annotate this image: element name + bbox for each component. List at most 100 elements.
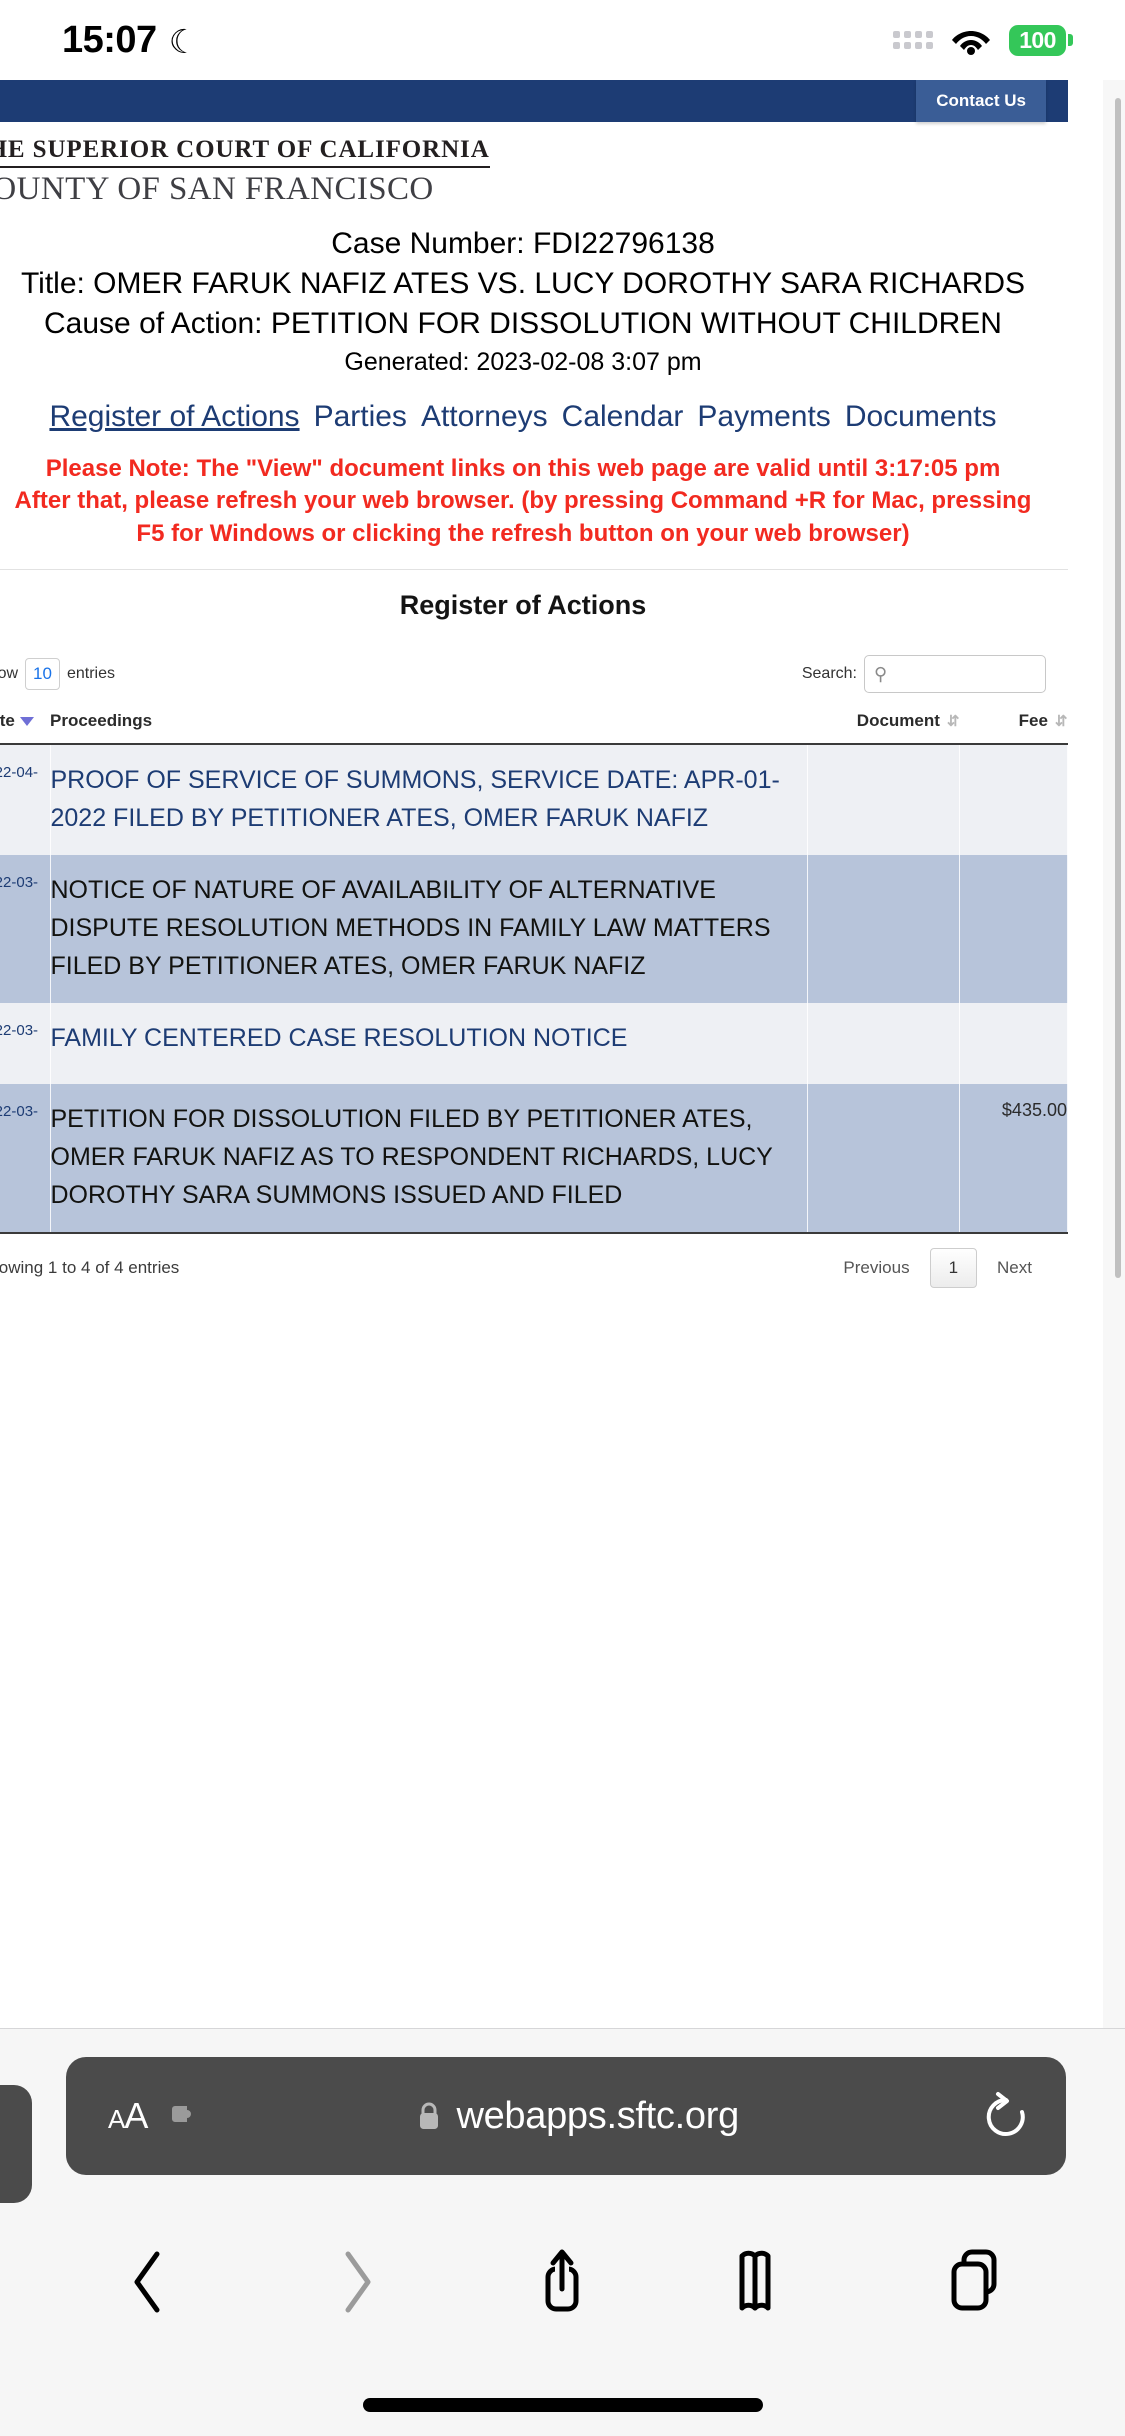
- browser-toolbar: [0, 2217, 1125, 2347]
- table-row[interactable]: 2022-03-07 NOTICE OF NATURE OF AVAILABIL…: [0, 855, 1068, 1004]
- status-bar: 15:07 ☾ 100: [0, 0, 1125, 80]
- sort-both-icon: ⇵: [1054, 713, 1068, 731]
- table-header-row: Date Proceedings Document ⇵ Fee ⇵: [0, 705, 1068, 746]
- cell-date: 2022-03-07: [0, 855, 51, 1004]
- case-nav: Register of Actions Parties Attorneys Calen…: [0, 397, 1068, 437]
- entries-length-prefix: Show: [0, 665, 19, 683]
- search-input[interactable]: ⚲: [864, 655, 1046, 694]
- cell-document: [807, 855, 960, 1004]
- lock-icon: [416, 2100, 442, 2132]
- page-content: Contact Us THE SUPERIOR COURT OF CALIFOR…: [0, 80, 1068, 1288]
- cell-fee: $435.00: [959, 1083, 1068, 1234]
- cell-proceedings[interactable]: NOTICE OF NATURE OF AVAILABILITY OF ALTE…: [50, 855, 808, 1004]
- cell-document: [807, 744, 960, 856]
- table-footer: Showing 1 to 4 of 4 entries Previous 1 N…: [0, 1247, 1068, 1288]
- bookmarks-button[interactable]: [714, 2227, 824, 2337]
- divider: [0, 569, 1068, 571]
- case-title: Title: OMER FARUK NAFIZ ATES VS. LUCY DO…: [20, 266, 1026, 300]
- sort-both-icon: ⇵: [946, 713, 960, 731]
- validity-notice: Please Note: The "View" document links o…: [0, 453, 1068, 552]
- cell-fee: [959, 744, 1068, 856]
- case-generated-timestamp: Generated: 2023-02-08 3:07 pm: [344, 347, 702, 376]
- cell-proceedings[interactable]: FAMILY CENTERED CASE RESOLUTION NOTICE: [50, 1003, 808, 1084]
- pagination-next-button[interactable]: Next: [983, 1250, 1046, 1286]
- nav-link-payments[interactable]: Payments: [697, 400, 830, 433]
- column-header-document-label: Document: [856, 711, 940, 731]
- adjacent-tab-peek[interactable]: [0, 2085, 32, 2203]
- back-button[interactable]: [94, 2227, 204, 2337]
- court-logo-line2: COUNTY OF SAN FRANCISCO: [0, 171, 434, 207]
- case-header: Case Number: FDI22796138 Title: OMER FAR…: [0, 224, 1068, 379]
- cell-fee: [959, 855, 1068, 1004]
- safari-bottom-bars: AA webapps.sftc.org: [0, 2028, 1125, 2436]
- validity-notice-line3: F5 for Windows or clicking the refresh b…: [136, 520, 910, 548]
- table-controls: Show 10 entries Search: ⚲: [0, 655, 1068, 694]
- court-logo-line1: THE SUPERIOR COURT OF CALIFORNIA: [0, 136, 490, 168]
- page-right-edge: [1103, 80, 1125, 2028]
- table-row[interactable]: 2022-03-07 FAMILY CENTERED CASE RESOLUTI…: [0, 1003, 1068, 1084]
- address-bar-row: AA webapps.sftc.org: [0, 2057, 1125, 2203]
- column-header-date[interactable]: Date: [0, 705, 50, 746]
- forward-button[interactable]: [301, 2227, 411, 2337]
- nav-link-attorneys[interactable]: Attorneys: [421, 400, 548, 433]
- case-cause-of-action: Cause of Action: PETITION FOR DISSOLUTIO…: [44, 306, 1002, 340]
- vertical-scrollbar[interactable]: [1115, 98, 1121, 1278]
- cell-date: 2022-03-07: [0, 1083, 51, 1234]
- sort-desc-icon: [19, 717, 34, 727]
- pagination-page-1-button[interactable]: 1: [929, 1247, 978, 1288]
- url-text: webapps.sftc.org: [456, 2094, 739, 2137]
- reload-icon[interactable]: [980, 2088, 1032, 2144]
- validity-notice-line1: Please Note: The "View" document links o…: [45, 454, 1001, 482]
- column-header-document[interactable]: Document ⇵: [807, 705, 960, 746]
- cell-date: 2022-04-08: [0, 744, 51, 856]
- status-bar-right: 100: [893, 24, 1073, 56]
- cell-date: 2022-03-07: [0, 1003, 51, 1084]
- cell-fee: [959, 1003, 1068, 1084]
- pagination: Previous 1 Next: [829, 1247, 1046, 1288]
- address-bar-content: webapps.sftc.org: [175, 2095, 980, 2138]
- contact-us-button[interactable]: Contact Us: [916, 80, 1046, 122]
- share-button[interactable]: [507, 2227, 617, 2337]
- search-icon: ⚲: [874, 664, 888, 685]
- table-head: Date Proceedings Document ⇵ Fee ⇵: [0, 705, 1068, 746]
- column-header-proceedings[interactable]: Proceedings: [50, 705, 808, 746]
- table-row[interactable]: 2022-03-07 PETITION FOR DISSOLUTION FILE…: [0, 1083, 1068, 1234]
- cell-document: [807, 1003, 960, 1084]
- entries-length-control: Show 10 entries: [0, 658, 115, 691]
- battery-icon: 100: [1009, 24, 1073, 56]
- cell-proceedings[interactable]: PROOF OF SERVICE OF SUMMONS, SERVICE DAT…: [50, 744, 808, 856]
- status-bar-left: 15:07 ☾: [62, 19, 198, 62]
- search-control: Search: ⚲: [801, 655, 1046, 694]
- nav-link-documents[interactable]: Documents: [845, 400, 997, 433]
- register-of-actions-table: Date Proceedings Document ⇵ Fee ⇵ 2022-04-…: [0, 705, 1068, 1234]
- nav-link-register-of-actions[interactable]: Register of Actions: [49, 400, 299, 433]
- column-header-proceedings-label: Proceedings: [50, 711, 153, 731]
- entries-length-select[interactable]: 10: [25, 658, 60, 691]
- do-not-disturb-moon-icon: ☾: [168, 22, 199, 60]
- validity-notice-line2: After that, please refresh your web brow…: [14, 487, 1032, 515]
- cell-proceedings[interactable]: PETITION FOR DISSOLUTION FILED BY PETITI…: [50, 1083, 808, 1234]
- web-page-viewport[interactable]: Contact Us THE SUPERIOR COURT OF CALIFOR…: [0, 80, 1125, 2028]
- search-label: Search:: [801, 665, 857, 683]
- address-bar[interactable]: AA webapps.sftc.org: [66, 2057, 1066, 2175]
- nav-link-parties[interactable]: Parties: [314, 400, 407, 433]
- battery-percent-label: 100: [1019, 26, 1056, 53]
- entries-length-suffix: entries: [66, 665, 115, 683]
- cellular-signal-icon: [893, 31, 933, 49]
- register-of-actions-heading: Register of Actions: [399, 590, 647, 621]
- nav-link-calendar[interactable]: Calendar: [562, 400, 684, 433]
- column-header-date-label: Date: [0, 711, 15, 731]
- column-header-fee-label: Fee: [1018, 711, 1048, 731]
- home-indicator: [362, 2398, 763, 2412]
- table-body: 2022-04-08 PROOF OF SERVICE OF SUMMONS, …: [0, 744, 1068, 1234]
- pagination-previous-button[interactable]: Previous: [829, 1250, 923, 1286]
- clock: 15:07: [62, 18, 157, 61]
- text-size-aa-button[interactable]: AA: [108, 2095, 148, 2137]
- tabs-button[interactable]: [921, 2227, 1031, 2337]
- wifi-icon: [951, 25, 991, 55]
- court-logo: THE SUPERIOR COURT OF CALIFORNIA COUNTY …: [0, 122, 1068, 208]
- column-header-fee[interactable]: Fee ⇵: [959, 705, 1068, 746]
- case-number: Case Number: FDI22796138: [331, 227, 715, 260]
- table-row[interactable]: 2022-04-08 PROOF OF SERVICE OF SUMMONS, …: [0, 744, 1068, 856]
- table-info: Showing 1 to 4 of 4 entries: [0, 1257, 180, 1277]
